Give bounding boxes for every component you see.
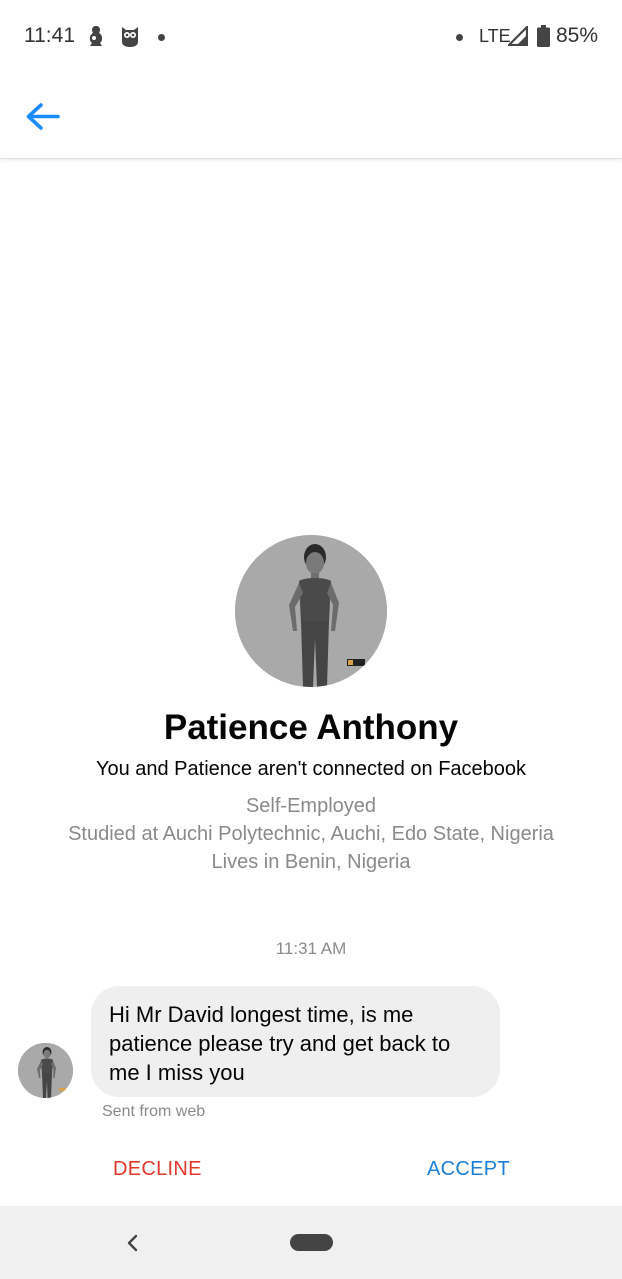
accept-button[interactable]: ACCEPT bbox=[427, 1158, 510, 1181]
message-line: Hi Mr David longest time, is me bbox=[109, 1002, 414, 1027]
sent-from-label: Sent from web bbox=[102, 1103, 206, 1120]
profile-work: Self-Employed bbox=[245, 795, 377, 817]
status-time: 11:41 bbox=[24, 24, 75, 47]
connection-note: You and Patience aren't connected on Fac… bbox=[95, 758, 527, 780]
message-line: patience please try and get back to bbox=[109, 1031, 451, 1056]
message-request-screen: 11:41 LTE 85% Patience Anthony You and P… bbox=[0, 0, 622, 1279]
nav-back-button[interactable] bbox=[120, 1230, 146, 1256]
arrow-left-icon bbox=[26, 103, 60, 130]
system-nav-bar bbox=[0, 1206, 622, 1279]
profile-photo bbox=[235, 535, 387, 687]
notification-dot-icon bbox=[158, 34, 165, 41]
profile-name: Patience Anthony bbox=[163, 708, 459, 747]
status-bar: 11:41 LTE 85% bbox=[0, 0, 622, 76]
status-dot-icon bbox=[456, 34, 463, 41]
decline-button[interactable]: DECLINE bbox=[113, 1158, 202, 1181]
profile-avatar[interactable] bbox=[235, 535, 387, 687]
notification-app-icon bbox=[89, 26, 103, 46]
owl-app-icon bbox=[122, 27, 138, 47]
profile-location: Lives in Benin, Nigeria bbox=[211, 851, 411, 873]
back-button[interactable] bbox=[18, 94, 66, 142]
message-timestamp: 11:31 AM bbox=[275, 939, 347, 958]
signal-icon bbox=[508, 26, 528, 46]
profile-education: Studied at Auchi Polytechnic, Auchi, Edo… bbox=[68, 823, 554, 845]
home-pill-icon[interactable] bbox=[290, 1234, 333, 1251]
battery-percent: 85% bbox=[556, 24, 599, 47]
top-app-bar bbox=[0, 76, 622, 159]
network-type: LTE bbox=[479, 26, 511, 46]
battery-icon bbox=[537, 25, 550, 47]
message-bubble[interactable]: Hi Mr David longest time, is me patience… bbox=[91, 986, 500, 1097]
sender-photo bbox=[18, 1043, 73, 1098]
chevron-left-icon bbox=[127, 1234, 138, 1252]
message-line: me I miss you bbox=[109, 1060, 245, 1085]
sender-avatar[interactable] bbox=[18, 1043, 73, 1098]
